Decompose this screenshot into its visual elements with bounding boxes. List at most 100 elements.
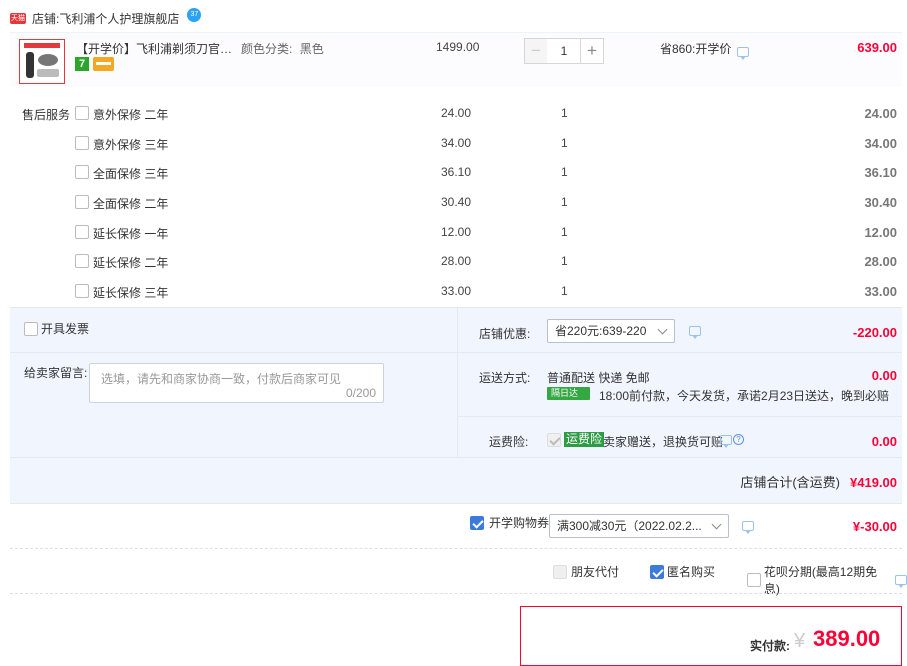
wangwang-chat-icon[interactable]: 37 bbox=[187, 8, 202, 22]
promo-info: 省860:开学价 bbox=[660, 40, 750, 60]
message-char-count: 0/200 bbox=[345, 386, 376, 400]
tmall-icon: 天猫 bbox=[10, 12, 26, 24]
sku-label: 颜色分类: bbox=[241, 42, 293, 56]
service-price: 33.00 bbox=[441, 284, 472, 298]
product-image[interactable] bbox=[19, 39, 65, 84]
service-checkbox[interactable] bbox=[75, 195, 89, 209]
service-checkbox[interactable] bbox=[75, 165, 89, 179]
service-name: 意外保修 二年 bbox=[93, 108, 169, 122]
service-row: 意外保修 二年 24.00 1 24.00 bbox=[0, 106, 907, 126]
store-name-link[interactable]: 飞利浦个人护理旗舰店 bbox=[59, 10, 179, 27]
service-name: 延长保修 三年 bbox=[93, 286, 169, 300]
insurance-checkbox bbox=[547, 433, 561, 447]
service-sum: 12.00 bbox=[864, 225, 897, 240]
service-qty: 1 bbox=[561, 225, 568, 239]
message-label: 给卖家留言: bbox=[24, 366, 88, 380]
coupon-detail-icon[interactable] bbox=[742, 521, 754, 534]
anonymous-checkbox[interactable] bbox=[650, 564, 664, 579]
discount-select[interactable]: 省220元:639-220 bbox=[547, 319, 675, 343]
seven-day-return-icon[interactable]: 7 bbox=[75, 57, 89, 71]
unit-price: 1499.00 bbox=[436, 40, 480, 54]
insurance-label: 运费险: bbox=[489, 435, 529, 449]
insurance-tag: 运费险 bbox=[564, 432, 605, 447]
chevron-down-icon bbox=[711, 519, 722, 530]
huabei-option[interactable]: 花呗分期(最高12期免息) bbox=[747, 563, 907, 597]
friend-pay-option[interactable]: 朋友代付 bbox=[553, 563, 619, 580]
panel-divider bbox=[457, 307, 458, 457]
promo-detail-icon[interactable] bbox=[737, 46, 750, 60]
service-price: 36.10 bbox=[441, 165, 472, 179]
message-placeholder: 选填，请先和商家协商一致，付款后商家可见 bbox=[101, 372, 342, 386]
service-name: 意外保修 三年 bbox=[93, 138, 169, 152]
divider bbox=[10, 352, 457, 353]
friend-pay-label: 朋友代付 bbox=[571, 565, 620, 579]
product-sku: 颜色分类: 黑色 bbox=[241, 40, 324, 57]
service-row: 全面保修 三年 36.10 1 36.10 bbox=[0, 165, 907, 185]
service-name: 延长保修 一年 bbox=[93, 227, 169, 241]
item-subtotal: 639.00 bbox=[857, 40, 897, 55]
divider bbox=[10, 457, 902, 458]
final-label: 实付款: bbox=[750, 639, 790, 653]
chevron-down-icon bbox=[657, 324, 668, 335]
invoice-label: 开具发票 bbox=[41, 322, 90, 336]
service-qty: 1 bbox=[561, 136, 568, 150]
product-title-link[interactable]: 【开学价】飞利浦剃须刀官方旗... bbox=[76, 40, 236, 57]
qty-input[interactable]: 1 bbox=[547, 38, 581, 64]
qty-minus-button[interactable]: − bbox=[524, 38, 548, 64]
next-day-badge: 隔日达 bbox=[547, 387, 590, 400]
huabei-label: 花呗分期(最高12期免息) bbox=[763, 565, 878, 596]
quantity-stepper: − 1 + bbox=[524, 38, 604, 64]
service-qty: 1 bbox=[561, 254, 568, 268]
service-price: 24.00 bbox=[441, 106, 472, 120]
coupon-value: 满300减30元（2022.02.2... bbox=[557, 519, 702, 533]
friend-pay-checkbox[interactable] bbox=[553, 564, 567, 579]
service-sum: 28.00 bbox=[864, 254, 897, 269]
store-header: 天猫 店铺: 飞利浦个人护理旗舰店 37 bbox=[10, 8, 202, 27]
store-label: 店铺: bbox=[32, 11, 60, 26]
insurance-fee: 0.00 bbox=[871, 434, 897, 449]
service-checkbox[interactable] bbox=[75, 284, 89, 298]
credit-card-icon[interactable] bbox=[93, 57, 114, 71]
invoice-checkbox[interactable] bbox=[24, 321, 38, 336]
anonymous-label: 匿名购买 bbox=[667, 565, 716, 579]
divider bbox=[457, 352, 902, 353]
help-question-icon[interactable]: ? bbox=[733, 434, 744, 445]
service-qty: 1 bbox=[561, 195, 568, 209]
coupon-select[interactable]: 满300减30元（2022.02.2... bbox=[549, 514, 729, 538]
discount-detail-icon[interactable] bbox=[689, 326, 701, 339]
divider bbox=[10, 548, 902, 549]
anonymous-option[interactable]: 匿名购买 bbox=[650, 563, 715, 580]
final-amount: 389.00 bbox=[813, 626, 881, 651]
coupon-checkbox[interactable] bbox=[470, 515, 484, 530]
service-row: 延长保修 三年 33.00 1 33.00 bbox=[0, 284, 907, 304]
final-payment-box: 实付款: ¥ 389.00 bbox=[520, 606, 902, 666]
service-name: 延长保修 二年 bbox=[93, 256, 169, 270]
service-checkbox[interactable] bbox=[75, 136, 89, 150]
qty-plus-button[interactable]: + bbox=[580, 38, 604, 64]
service-row: 延长保修 二年 28.00 1 28.00 bbox=[0, 254, 907, 274]
promo-text: 省860:开学价 bbox=[660, 42, 732, 56]
service-checkbox[interactable] bbox=[75, 254, 89, 268]
final-currency: ¥ bbox=[794, 630, 806, 652]
store-total-label: 店铺合计(含运费) bbox=[740, 475, 840, 490]
service-price: 12.00 bbox=[441, 225, 472, 239]
coupon-amount: ¥-30.00 bbox=[852, 519, 897, 534]
service-name: 全面保修 二年 bbox=[93, 197, 169, 211]
service-checkbox[interactable] bbox=[75, 106, 89, 120]
huabei-checkbox[interactable] bbox=[747, 573, 761, 587]
shipping-label: 运送方式: bbox=[479, 371, 531, 385]
huabei-info-icon[interactable] bbox=[895, 575, 907, 588]
service-qty: 1 bbox=[561, 106, 568, 120]
service-name: 全面保修 三年 bbox=[93, 167, 169, 181]
insurance-chat-icon[interactable] bbox=[720, 435, 732, 448]
message-textarea[interactable]: 选填，请先和商家协商一致，付款后商家可见 0/200 bbox=[89, 363, 384, 403]
service-sum: 36.10 bbox=[864, 165, 897, 180]
invoice-option[interactable]: 开具发票 bbox=[24, 320, 89, 337]
service-sum: 33.00 bbox=[864, 284, 897, 299]
service-checkbox[interactable] bbox=[75, 225, 89, 239]
service-sum: 34.00 bbox=[864, 136, 897, 151]
service-price: 30.40 bbox=[441, 195, 472, 209]
service-qty: 1 bbox=[561, 284, 568, 298]
service-row: 意外保修 三年 34.00 1 34.00 bbox=[0, 136, 907, 156]
service-price: 28.00 bbox=[441, 254, 472, 268]
